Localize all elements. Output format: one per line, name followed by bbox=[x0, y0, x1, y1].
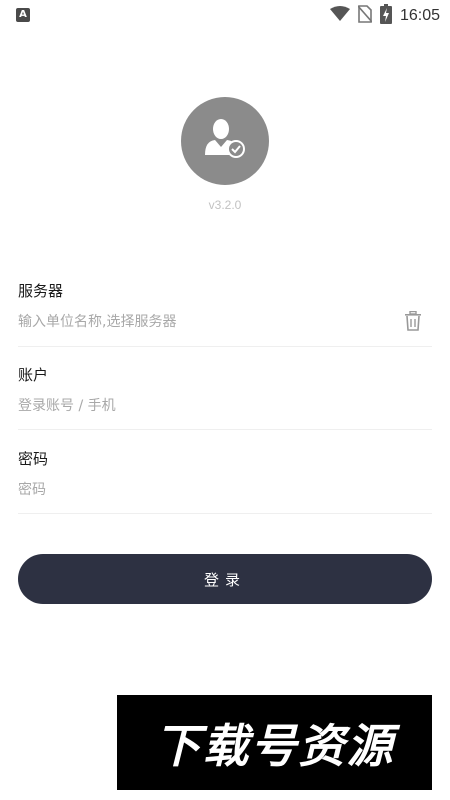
app-version: v3.2.0 bbox=[208, 198, 242, 212]
trash-icon[interactable] bbox=[404, 310, 422, 331]
account-label: 账户 bbox=[18, 366, 49, 384]
watermark: 下载号资源 bbox=[117, 695, 432, 790]
password-input[interactable] bbox=[18, 478, 398, 502]
password-label: 密码 bbox=[18, 450, 49, 468]
server-field: 服务器 bbox=[18, 280, 432, 347]
account-field: 账户 bbox=[18, 364, 432, 430]
app-notification-icon: A bbox=[16, 8, 30, 22]
server-label: 服务器 bbox=[18, 282, 64, 300]
status-indicators: 16:05 bbox=[329, 4, 440, 28]
account-input[interactable] bbox=[18, 394, 398, 418]
server-input[interactable] bbox=[18, 310, 398, 334]
login-button[interactable]: 登录 bbox=[18, 554, 432, 604]
wifi-icon bbox=[329, 6, 350, 26]
status-bar: A 16:05 bbox=[0, 0, 450, 32]
no-sim-icon bbox=[357, 5, 373, 27]
password-field: 密码 bbox=[18, 448, 432, 514]
user-check-icon bbox=[201, 115, 249, 167]
avatar bbox=[181, 97, 269, 185]
status-time: 16:05 bbox=[399, 7, 440, 24]
battery-charging-icon bbox=[379, 4, 392, 28]
